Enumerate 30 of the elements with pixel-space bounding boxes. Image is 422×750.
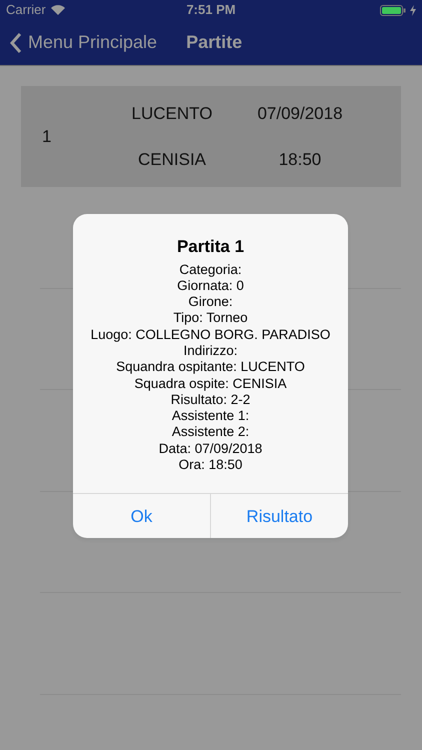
detail-line: Squadra ospite: CENISIA xyxy=(133,376,288,392)
back-button[interactable]: Menu Principale xyxy=(10,29,158,56)
detail-line: Categoria: xyxy=(178,262,243,278)
detail-line: Giornata: 0 xyxy=(176,278,245,294)
detail-line: Assistente 1: xyxy=(170,408,250,424)
match-time: 18:50 xyxy=(278,149,322,171)
detail-line: Squandra ospitante: LUCENTO xyxy=(115,359,306,376)
home-team: LUCENTO xyxy=(130,102,214,124)
charging-icon xyxy=(410,4,416,16)
detail-line: Ora: 18:50 xyxy=(178,457,244,474)
result-button[interactable]: Risultato xyxy=(210,494,348,538)
wifi-icon xyxy=(50,5,65,15)
clock-time: 7:51 PM xyxy=(186,1,236,20)
match-number: 1 xyxy=(41,126,52,148)
detail-line: Assistente 2: xyxy=(170,424,250,441)
battery-icon xyxy=(380,4,406,16)
ok-button[interactable]: Ok xyxy=(73,494,210,538)
detail-line: Data: 07/09/2018 xyxy=(158,440,264,458)
detail-line: Tipo: Torneo xyxy=(172,310,249,327)
match-date: 07/09/2018 xyxy=(256,102,344,124)
match-row[interactable]: 1 LUCENTO CENISIA 07/09/2018 18:50 xyxy=(21,86,401,187)
detail-line: Indirizzo: xyxy=(182,342,239,360)
detail-line: Risultato: 2-2 xyxy=(170,392,252,408)
away-team: CENISIA xyxy=(136,149,208,171)
detail-line: Luogo: COLLEGNO BORG. PARADISO xyxy=(90,326,332,343)
screen-title: Partite xyxy=(186,31,242,54)
back-chevron-icon xyxy=(10,32,22,52)
carrier-label: Carrier xyxy=(6,1,46,20)
alert-title: Partita 1 xyxy=(176,236,246,258)
detail-line: Girone: xyxy=(187,294,234,310)
